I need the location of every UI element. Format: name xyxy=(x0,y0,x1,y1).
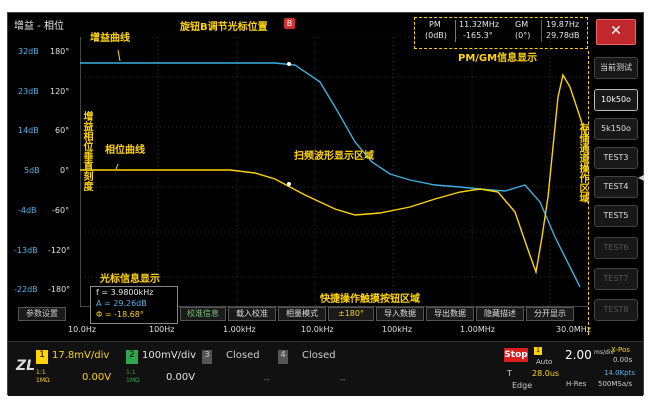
phase-range-button[interactable]: ±180° xyxy=(328,307,374,321)
storage-slot-5[interactable]: TEST5 xyxy=(594,205,638,227)
trigger-label: T xyxy=(507,369,512,378)
channel-2-coupling: 1:1 xyxy=(126,369,136,376)
channel-1-badge: 1 xyxy=(36,350,48,364)
gain-tick: -22dB xyxy=(14,285,38,294)
close-button[interactable]: ✕ xyxy=(596,19,636,45)
gain-curve-annotation: 增益曲线 xyxy=(90,33,130,44)
quick-touch-annotation: 快捷操作触摸按钮区域 xyxy=(320,294,420,305)
phase-tick: 120° xyxy=(50,87,70,96)
sweep-plot xyxy=(80,37,588,307)
timebase-unit: ms/div xyxy=(594,349,614,356)
window-title: 增益 - 相位 xyxy=(14,21,64,32)
storage-slot-6[interactable]: TEST6 xyxy=(594,237,638,259)
cursor-phase: Φ = -18.68° xyxy=(96,310,144,319)
channel-1-impedance: 1MΩ xyxy=(36,377,50,384)
timebase-value[interactable]: 2.00 xyxy=(565,348,592,362)
hide-description-button[interactable]: 隐藏描述 xyxy=(476,307,524,321)
gain-tick: 23dB xyxy=(18,87,39,96)
storage-slot-1[interactable]: 10k50o xyxy=(594,89,638,111)
storage-slot-2[interactable]: 5k150o xyxy=(594,118,638,140)
run-stop-button[interactable]: Stop xyxy=(504,348,528,362)
gain-curve xyxy=(80,62,581,288)
freq-tick: 100Hz xyxy=(149,325,175,334)
channel-2-panel[interactable]: 2 100mV/div 0.00V 1:1 1MΩ xyxy=(126,345,202,393)
channel-1-panel[interactable]: 1 17.8mV/div 0.00V 1:1 1MΩ xyxy=(36,345,122,393)
channel-1-coupling: 1:1 xyxy=(36,369,46,376)
channel-2-badge: 2 xyxy=(126,350,138,364)
import-data-button[interactable]: 导入数据 xyxy=(376,307,424,321)
param-settings-button[interactable]: 参数设置 xyxy=(18,307,66,321)
split-display-button[interactable]: 分开显示 xyxy=(526,307,574,321)
phase-tick: 180° xyxy=(50,47,70,56)
gain-cursor-point[interactable] xyxy=(287,62,291,66)
trigger-time: 28.0us xyxy=(532,369,560,378)
gm-label: GM xyxy=(515,20,529,29)
channel-4-status: Closed xyxy=(302,350,336,361)
channel-4-dash: -- xyxy=(340,375,346,384)
gm-freq: 19.87Hz xyxy=(546,20,580,29)
gain-tick: 5dB xyxy=(24,166,40,175)
storage-slot-4[interactable]: TEST4 xyxy=(594,176,638,198)
current-test-button[interactable]: 当前测试 xyxy=(594,57,638,79)
cursor-info-box: f = 3.9800kHz A = 29.26dB Φ = -18.68° xyxy=(90,286,178,324)
xpos-label: X-Pos xyxy=(611,346,630,354)
freq-tick: 100kHz xyxy=(382,325,413,334)
cursor-amplitude: A = 29.26dB xyxy=(96,299,147,308)
chevron-left-icon[interactable]: ◀ xyxy=(638,173,644,182)
load-calibration-button[interactable]: 载入校准 xyxy=(228,307,276,321)
knob-b-badge: B xyxy=(284,18,295,29)
scan-area-annotation: 扫频波形显示区域 xyxy=(294,151,374,162)
cursor-frequency: f = 3.9800kHz xyxy=(96,288,154,297)
gain-tick: -4dB xyxy=(18,206,37,215)
channel-1-scale: 17.8mV/div xyxy=(52,350,110,361)
pm-gm-annotation: PM/GM信息显示 xyxy=(458,53,538,64)
channel-2-offset: 0.00V xyxy=(166,372,196,383)
trigger-mode[interactable]: Auto xyxy=(536,358,552,366)
sample-rate: 500MSa/s xyxy=(598,380,633,388)
pm-freq: 11.32MHz xyxy=(459,20,500,29)
trigger-edge[interactable]: Edge xyxy=(512,381,532,390)
export-data-button[interactable]: 导出数据 xyxy=(426,307,474,321)
channel-2-scale: 100mV/div xyxy=(142,350,197,361)
channel-1-offset: 0.00V xyxy=(82,372,112,383)
phase-cursor-point[interactable] xyxy=(287,182,291,186)
trigger-source-badge: 1 xyxy=(534,347,542,355)
freq-tick: 10.0kHz xyxy=(301,325,334,334)
channel-3-panel[interactable]: 3 Closed -- xyxy=(202,345,278,393)
xpos-value: 0.00s xyxy=(613,356,633,364)
gain-tick: 32dB xyxy=(18,47,39,56)
brand-logo-icon: ZL xyxy=(16,358,36,374)
pm-label: PM xyxy=(429,20,441,29)
freq-tick: 10.0Hz xyxy=(68,325,97,334)
calibration-info-button[interactable]: 校准信息 xyxy=(180,307,226,321)
storage-slot-7[interactable]: TEST7 xyxy=(594,268,638,290)
channel-3-status: Closed xyxy=(226,350,260,361)
channel-4-badge: 4 xyxy=(278,350,288,364)
phase-tick: -120° xyxy=(48,246,71,255)
channel-2-impedance: 1MΩ xyxy=(126,377,140,384)
phase-tick: 0° xyxy=(60,166,70,175)
channel-3-badge: 3 xyxy=(202,350,212,364)
cursor-info-annotation: 光标信息显示 xyxy=(100,274,160,285)
storage-slot-8[interactable]: TEST8 xyxy=(594,299,638,321)
gain-tick: 14dB xyxy=(18,126,39,135)
gain-tick: -13dB xyxy=(14,246,38,255)
phase-tick: -60° xyxy=(52,206,70,215)
freq-tick: 30.0MHz xyxy=(556,325,591,334)
acq-mode: H-Res xyxy=(566,380,587,388)
phasor-mode-button[interactable]: 相量模式 xyxy=(278,307,326,321)
vertical-scale-annotation: 增益相位垂直刻度 xyxy=(81,111,92,191)
freq-tick: 1.00kHz xyxy=(223,325,256,334)
record-length: 14.0Kpts xyxy=(604,369,636,377)
phase-tick: 60° xyxy=(55,126,70,135)
channel-4-panel[interactable]: 4 Closed -- xyxy=(278,345,354,393)
channel-3-dash: -- xyxy=(264,375,270,384)
phase-curve-annotation: 相位曲线 xyxy=(105,145,145,156)
cursor-knob-annotation: 旋钮B调节光标位置 xyxy=(180,22,268,33)
freq-tick: 1.00MHz xyxy=(460,325,495,334)
oscilloscope-window: 增益 - 相位 旋钮B调节光标位置 B PM (0dB) 11.32MHz -1… xyxy=(7,12,644,396)
phase-tick: -180° xyxy=(48,285,71,294)
storage-slot-3[interactable]: TEST3 xyxy=(594,147,638,169)
